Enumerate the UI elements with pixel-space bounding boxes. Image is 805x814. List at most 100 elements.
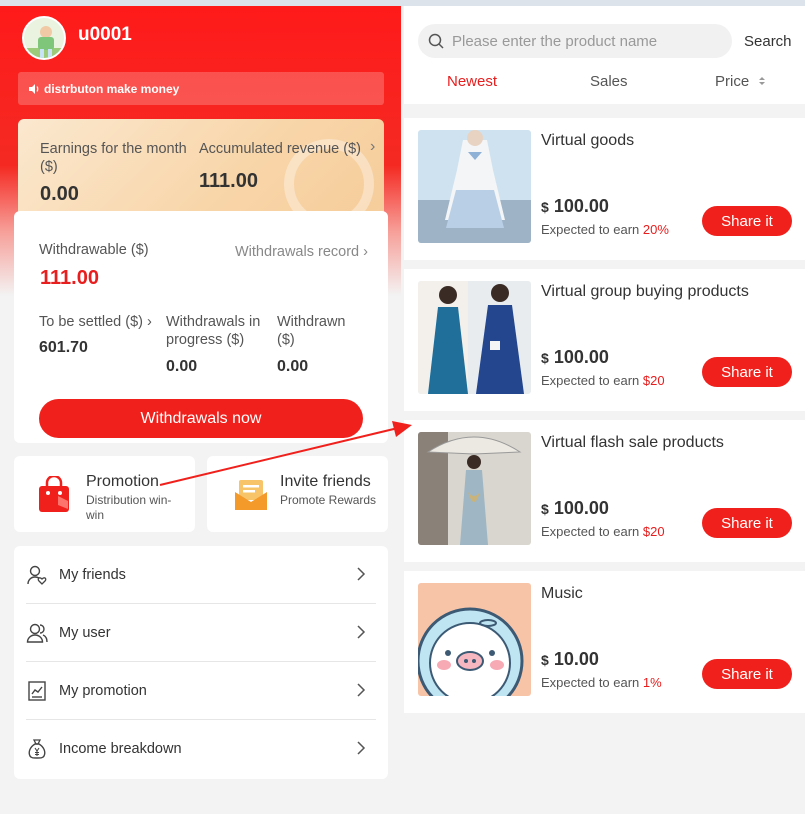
promotion-subtitle: Distribution win-win [86,493,172,522]
tab-price-label: Price [715,73,750,90]
search-button[interactable]: Search [744,33,792,50]
chevron-right-icon [357,741,366,755]
expected-label: Expected to earn [541,373,640,388]
qipao-photo-image [418,432,531,545]
chevron-right-icon: › [370,138,376,155]
expected-label: Expected to earn [541,675,640,690]
product-price: $ 100.00 [541,196,609,217]
invite-friends-title: Invite friends [280,473,371,490]
menu-item-label: My promotion [59,682,147,699]
currency-symbol: $ [541,199,549,215]
product-image[interactable] [418,432,531,545]
product-list-panel: Search Newest Sales Price Virtual goods … [404,6,805,814]
product-price: $ 100.00 [541,498,609,519]
withdrawn-value: 0.00 [277,358,309,375]
notice-text: distrbuton make money [44,81,180,96]
withdraw-now-button[interactable]: Withdrawals now [39,399,363,438]
notice-bar[interactable]: distrbuton make money [18,72,384,105]
username: u0001 [78,24,132,45]
sort-icon [759,77,766,85]
envelope-icon [235,480,267,510]
accumulated-revenue-label: Accumulated revenue ($) [199,141,361,157]
menu-item-label: My friends [59,566,126,583]
menu-item-label: My user [59,624,111,641]
expected-earnings: Expected to earn $20 [541,373,665,388]
withdrawn-label: Withdrawn ($) [277,314,346,348]
expected-value: $20 [642,373,665,388]
accumulated-revenue-value: 111.00 [199,170,258,192]
menu-list: My friends My user My promotion Income b… [14,546,388,779]
menu-item-my-friends[interactable]: My friends [26,546,376,604]
price-value: 100.00 [553,498,609,518]
share-button[interactable]: Share it [702,659,792,689]
currency-symbol: $ [541,652,549,668]
in-progress-value: 0.00 [166,358,198,375]
withdrawals-record-link[interactable]: Withdrawals record › [235,243,368,261]
search-icon [428,33,444,49]
expected-label: Expected to earn [541,524,640,539]
price-value: 100.00 [553,347,609,367]
tab-sales[interactable]: Sales [590,73,628,90]
menu-item-income-breakdown[interactable]: Income breakdown [26,720,376,778]
dress-photo-image [418,130,531,243]
month-earnings-value: 0.00 [40,183,79,205]
withdrawable-label: Withdrawable ($) [39,242,149,258]
share-button[interactable]: Share it [702,508,792,538]
month-earnings-label: Earnings for the month ($) [40,141,187,175]
product-name: Virtual goods [541,132,635,149]
product-card[interactable]: Virtual group buying products $ 100.00 E… [404,269,805,411]
search-box[interactable] [418,24,732,58]
share-button[interactable]: Share it [702,357,792,387]
tab-price[interactable]: Price [715,73,766,90]
chevron-right-icon [357,567,366,581]
withdrawable-amount: 111.00 [40,267,99,289]
in-progress-label: Withdrawals in progress ($) [166,314,261,348]
money-bag-icon [26,738,48,760]
search-input[interactable] [452,32,712,50]
invite-friends-subtitle: Promote Rewards [280,493,377,507]
avatar[interactable] [22,16,66,60]
product-card[interactable]: Music $ 10.00 Expected to earn 1% Share … [404,571,805,713]
invite-friends-card[interactable]: Invite friends Promote Rewards [207,456,388,532]
promotion-card[interactable]: Promotion Distribution win-win [14,456,195,532]
product-image[interactable] [418,281,531,394]
withdrawals-record-label: Withdrawals record [235,244,360,260]
product-image[interactable] [418,130,531,243]
expected-value: 1% [642,675,662,690]
users-icon [26,622,48,644]
currency-symbol: $ [541,501,549,517]
chevron-right-icon: › [363,244,368,260]
menu-item-my-user[interactable]: My user [26,604,376,662]
expected-value: 20% [642,222,669,237]
to-be-settled-label: To be settled ($) [39,314,143,330]
expected-label: Expected to earn [541,222,640,237]
expected-value: $20 [642,524,665,539]
chart-icon [26,680,48,702]
chevron-right-icon [357,683,366,697]
chevron-right-icon [357,625,366,639]
product-name: Virtual flash sale products [541,434,724,451]
share-button[interactable]: Share it [702,206,792,236]
menu-item-my-promotion[interactable]: My promotion [26,662,376,720]
currency-symbol: $ [541,350,549,366]
to-be-settled-link[interactable]: To be settled ($) › [39,313,152,331]
user-center-panel: u0001 distrbuton make money Earnings for… [0,6,401,814]
speaker-icon [29,83,39,94]
product-price: $ 10.00 [541,649,599,670]
price-value: 10.00 [553,649,599,669]
product-image[interactable] [418,583,531,696]
product-price: $ 100.00 [541,347,609,368]
menu-item-label: Income breakdown [59,741,182,757]
chevron-right-icon: › [146,314,152,330]
tab-newest[interactable]: Newest [447,73,497,90]
dress-photo-image [418,281,531,394]
product-card[interactable]: Virtual flash sale products $ 100.00 Exp… [404,420,805,562]
product-card[interactable]: Virtual goods $ 100.00 Expected to earn … [404,118,805,260]
promotion-title: Promotion [86,473,159,490]
search-header: Search Newest Sales Price [404,6,805,104]
price-value: 100.00 [553,196,609,216]
friends-icon [26,564,48,586]
to-be-settled-value: 601.70 [39,339,88,356]
product-name: Music [541,585,583,602]
shopping-bag-icon [39,476,69,512]
